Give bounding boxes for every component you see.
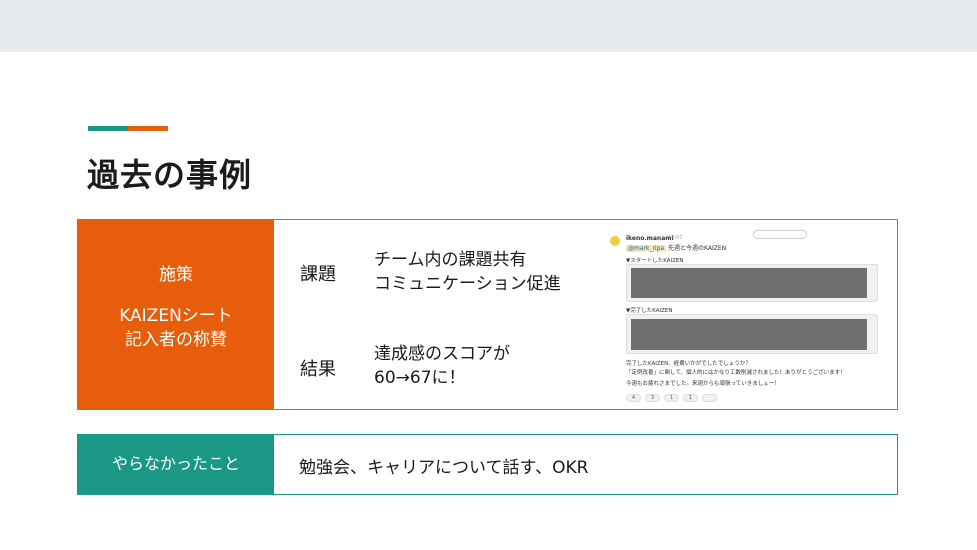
case-side-panel: 施策 KAIZENシート 記入者の称賛 [78, 220, 274, 409]
slack-username: ikeno.manami [626, 235, 674, 242]
issue-label: 課題 [300, 264, 336, 285]
slack-screenshot: ikeno.manami 19:07 @mark_ripa 先週と今週のKAIZ… [608, 228, 890, 404]
reaction-chip[interactable]: 1 [664, 394, 679, 402]
slack-time: 19:07 [668, 235, 683, 241]
measure-label: 施策 [159, 265, 193, 285]
slack-msg-line: 「定例改善」に関して、個人的にはかなり工数削減されました！ありがとうございます！ [626, 370, 846, 376]
finished-box [626, 314, 878, 354]
started-box [626, 264, 878, 302]
redacted-block [631, 268, 867, 298]
not-done-text: 勉強会、キャリアについて話す、OKR [299, 458, 589, 478]
reaction-chip[interactable]: 1 [683, 394, 698, 402]
mention-text: 先週と今週のKAIZEN [668, 245, 727, 252]
started-header: ▼スタートしたKAIZEN [626, 258, 684, 264]
slack-msg-line: 完了したKAIZEN、経費いかがでしたでしょうか？ [626, 361, 751, 367]
not-done-label: やらなかったこと [78, 435, 274, 494]
mention-tag: @mark_ripa [626, 245, 667, 252]
case-box: 施策 KAIZENシート 記入者の称賛 課題 チーム内の課題共有 コミュニケーシ… [77, 219, 898, 410]
top-banner [0, 0, 977, 52]
not-done-box: やらなかったこと 勉強会、キャリアについて話す、OKR [77, 434, 898, 495]
reaction-bar: 4 3 1 1 [626, 394, 717, 402]
measure-name: KAIZENシート 記入者の称賛 [119, 306, 233, 350]
slack-msg-line: 今週もお疲れさまでした。来週からも頑張っていきましょー！ [626, 381, 780, 387]
result-text: 達成感のスコアが 60→67に！ [374, 344, 510, 388]
avatar [610, 236, 620, 246]
page-title: 過去の事例 [87, 156, 253, 194]
title-accent-teal [88, 126, 128, 131]
redacted-block [631, 319, 867, 350]
add-reaction-icon[interactable] [702, 394, 717, 402]
finished-header: ▼完了したKAIZEN [626, 308, 673, 314]
slack-mention-line: @mark_ripa 先週と今週のKAIZEN [626, 243, 726, 252]
issue-text: チーム内の課題共有 コミュニケーション促進 [374, 250, 561, 294]
result-label: 結果 [300, 359, 336, 380]
slack-thread-pill [753, 230, 807, 239]
title-accent-orange [128, 126, 168, 131]
reaction-chip[interactable]: 3 [645, 394, 660, 402]
reaction-chip[interactable]: 4 [626, 394, 641, 402]
